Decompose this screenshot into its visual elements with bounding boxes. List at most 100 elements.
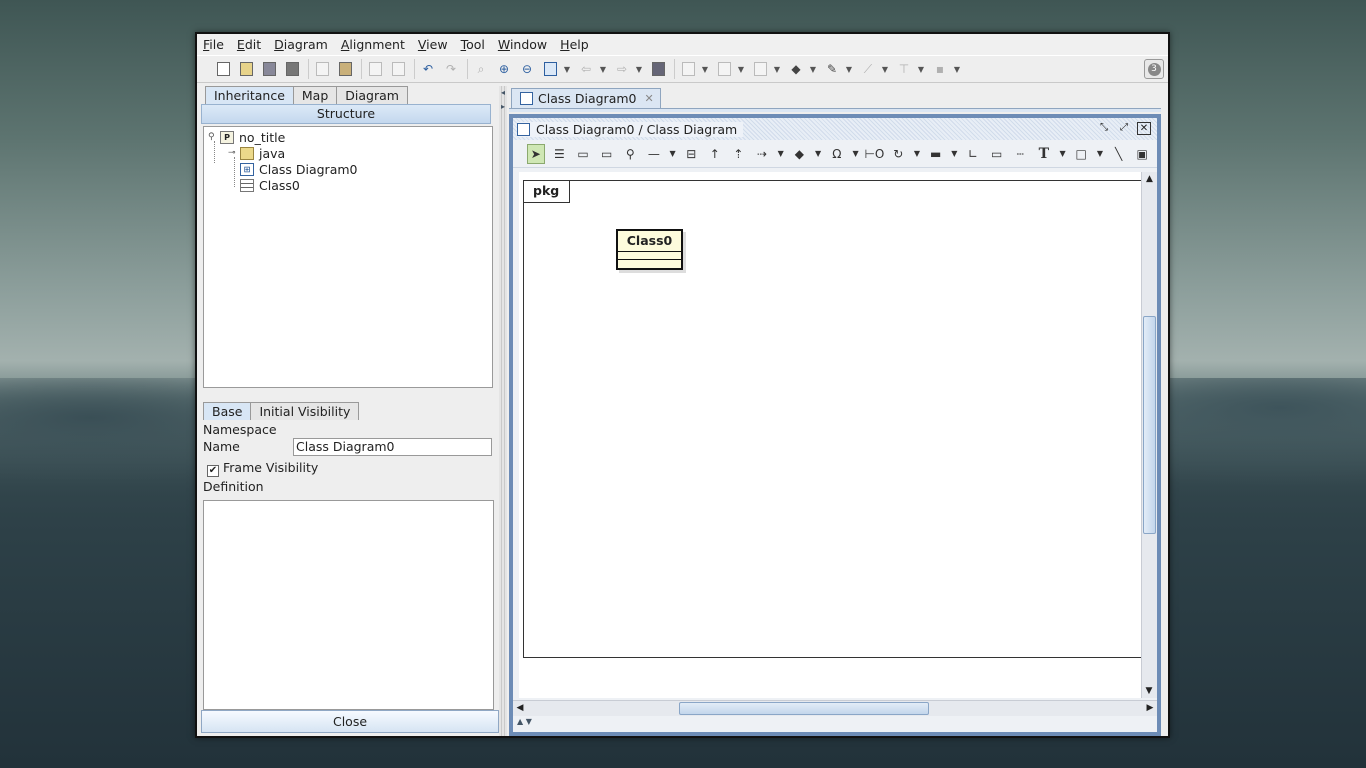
realization-icon[interactable]: ⇡ [730, 144, 748, 164]
tree-node-java[interactable]: ⊸ java [228, 145, 285, 161]
help-icon[interactable]: 3 [1144, 59, 1164, 79]
horizontal-scrollbar[interactable]: ◀ ▶ [513, 700, 1157, 716]
chevron-down-icon[interactable]: ▼ [917, 59, 925, 79]
chevron-down-icon[interactable]: ▼ [881, 59, 889, 79]
print-icon[interactable] [282, 59, 302, 79]
align-left-icon[interactable] [714, 59, 734, 79]
vertical-scroll-thumb[interactable] [1143, 316, 1156, 534]
document-tab[interactable]: Class Diagram0 ✕ [511, 88, 661, 108]
align-top-icon[interactable] [678, 59, 698, 79]
tree-layout-icon[interactable]: ⊤ [894, 59, 914, 79]
new-file-icon[interactable] [213, 59, 233, 79]
zoom-out-icon[interactable]: ⊖ [517, 59, 537, 79]
point-icon[interactable]: ◆ [791, 144, 809, 164]
name-field[interactable]: Class Diagram0 [293, 438, 492, 456]
tab-map[interactable]: Map [292, 86, 338, 104]
menu-alignment[interactable]: Alignment [341, 37, 405, 52]
chevron-down-icon[interactable]: ▼ [635, 59, 643, 79]
chevron-down-icon[interactable]: ▼ [701, 59, 709, 79]
frame-visibility-row[interactable]: ✔ Frame Visibility [207, 460, 318, 477]
scroll-left-icon[interactable]: ◀ [513, 701, 527, 716]
association-class-icon[interactable]: ⊟ [682, 144, 700, 164]
close-icon[interactable]: ✕ [1137, 122, 1151, 135]
class-tool-icon[interactable]: ☰ [551, 144, 569, 164]
scroll-up-icon[interactable]: ▲ [1142, 172, 1157, 186]
fill-color-icon[interactable]: ◆ [786, 59, 806, 79]
expand-icon[interactable]: ⊸ [228, 148, 238, 158]
note-icon[interactable]: ▬ [927, 144, 945, 164]
menu-view[interactable]: View [418, 37, 448, 52]
interface-icon[interactable]: Ω [828, 144, 846, 164]
dependency-icon[interactable]: ⇢ [753, 144, 771, 164]
chevron-down-icon[interactable]: ▼ [1059, 144, 1067, 164]
structure-header[interactable]: Structure [201, 104, 491, 124]
subsystem-tool-icon[interactable]: ▭ [598, 144, 616, 164]
collapse-icon[interactable]: ⚲ [208, 132, 218, 142]
tab-diagram[interactable]: Diagram [336, 86, 408, 104]
chevron-down-icon[interactable]: ▼ [852, 144, 860, 164]
boundary-icon[interactable]: ⊢O [864, 144, 884, 164]
diagram-frame[interactable]: pkg Class0 [523, 180, 1143, 658]
search-icon[interactable]: ⌕ [471, 59, 491, 79]
association-tool-icon[interactable]: — [645, 144, 663, 164]
chevron-down-icon[interactable]: ▼ [950, 144, 958, 164]
horizontal-scroll-thumb[interactable] [679, 702, 929, 715]
layout-icon[interactable] [648, 59, 668, 79]
chevron-down-icon[interactable]: ▼ [1096, 144, 1104, 164]
redo-icon[interactable]: ↷ [441, 59, 461, 79]
splitter[interactable] [499, 86, 507, 736]
menu-diagram[interactable]: Diagram [274, 37, 328, 52]
fit-to-window-icon[interactable] [540, 59, 560, 79]
dotted-line-icon[interactable]: ┄ [1011, 144, 1029, 164]
line-tool-icon[interactable]: ╲ [1110, 144, 1128, 164]
bottom-arrows[interactable]: ▲ ▼ [513, 716, 1157, 730]
scroll-down-icon[interactable]: ▼ [1142, 684, 1156, 698]
package-tool-icon[interactable]: ▭ [574, 144, 592, 164]
menu-file[interactable]: File [203, 37, 224, 52]
tab-base[interactable]: Base [203, 402, 252, 420]
zoom-in-icon[interactable]: ⊕ [494, 59, 514, 79]
minimize-icon[interactable]: ⤡ [1097, 122, 1111, 135]
select-pointer-icon[interactable]: ➤ [527, 143, 545, 164]
copy-icon[interactable] [365, 59, 385, 79]
scroll-right-icon[interactable]: ▶ [1143, 701, 1157, 716]
close-button[interactable]: Close [201, 710, 499, 733]
generalization-icon[interactable]: ↑ [706, 144, 724, 164]
image-tool-icon[interactable]: ▣ [1133, 144, 1151, 164]
rectangle-tag-icon[interactable]: ▭ [988, 144, 1006, 164]
tab-initial-visibility[interactable]: Initial Visibility [250, 402, 360, 420]
save-icon[interactable] [259, 59, 279, 79]
internal-frame-title-bar[interactable]: Class Diagram0 / Class Diagram ⤡ ⤢ ✕ [513, 118, 1157, 140]
menu-edit[interactable]: Edit [237, 37, 261, 52]
close-tab-icon[interactable]: ✕ [644, 92, 653, 105]
menu-help[interactable]: Help [560, 37, 589, 52]
diagram-canvas[interactable]: pkg Class0 [519, 172, 1143, 698]
back-icon[interactable]: ⇦ [576, 59, 596, 79]
line-color-icon[interactable]: ✎ [822, 59, 842, 79]
control-icon[interactable]: ↻ [889, 144, 907, 164]
paste-icon[interactable] [335, 59, 355, 79]
chevron-down-icon[interactable]: ▼ [777, 144, 785, 164]
chevron-down-icon[interactable]: ▼ [599, 59, 607, 79]
definition-textarea[interactable] [203, 500, 494, 710]
menu-window[interactable]: Window [498, 37, 547, 52]
class-element[interactable]: Class0 [616, 229, 683, 270]
chevron-down-icon[interactable]: ▼ [953, 59, 961, 79]
rectangle-tool-icon[interactable]: □ [1072, 144, 1090, 164]
chevron-down-icon[interactable]: ▼ [913, 144, 921, 164]
cut-icon[interactable] [312, 59, 332, 79]
delete-icon[interactable] [388, 59, 408, 79]
tree-node-class[interactable]: Class0 [240, 177, 300, 193]
chevron-down-icon[interactable]: ▼ [809, 59, 817, 79]
chevron-down-icon[interactable]: ▼ [814, 144, 822, 164]
tree-node-class-diagram[interactable]: ⊞ Class Diagram0 [240, 161, 357, 177]
vertical-scrollbar[interactable]: ▲ ▼ [1141, 172, 1157, 698]
line-style-icon[interactable]: ⟋ [858, 59, 878, 79]
forward-icon[interactable]: ⇨ [612, 59, 632, 79]
chevron-down-icon[interactable]: ▼ [669, 144, 677, 164]
bring-to-front-icon[interactable] [750, 59, 770, 79]
frame-visibility-checkbox[interactable]: ✔ [207, 465, 219, 477]
anchor-icon[interactable]: ∟ [964, 144, 982, 164]
chevron-down-icon[interactable]: ▼ [845, 59, 853, 79]
chevron-down-icon[interactable]: ▼ [773, 59, 781, 79]
